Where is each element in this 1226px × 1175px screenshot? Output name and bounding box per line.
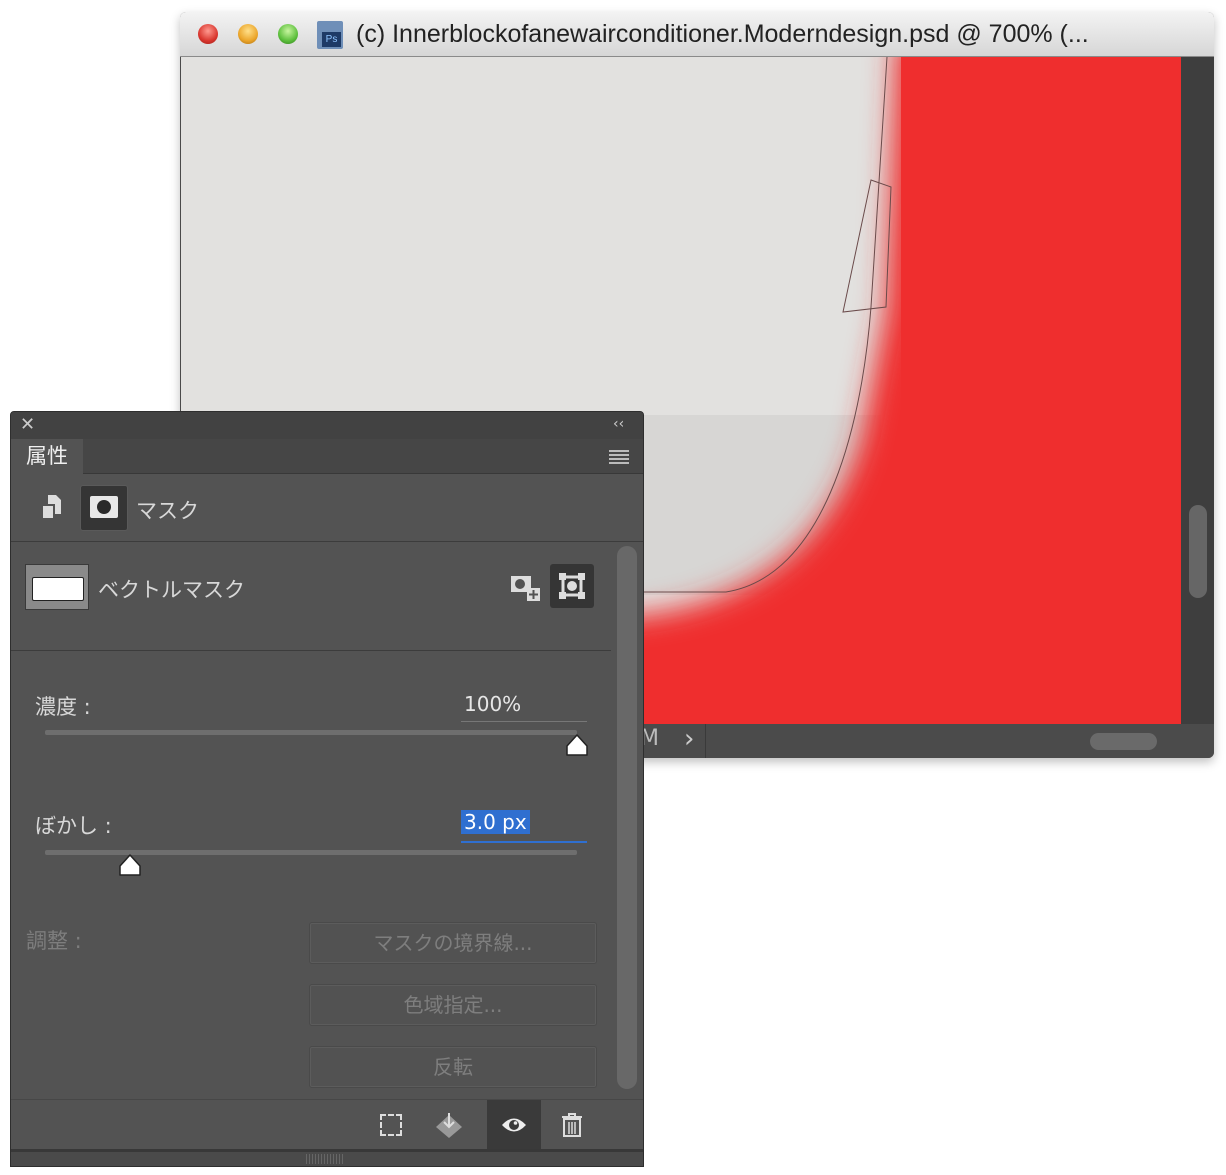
properties-panel: ✕ ‹‹ 属性 マスク ベクトルマスク 濃度 : 100% ぼかし : 3.0 … [10,411,644,1167]
input-underline [461,721,587,722]
divider [11,650,611,651]
density-label: 濃度 : [35,695,91,719]
feather-label: ぼかし : [35,814,112,838]
hamburger-menu-icon[interactable] [609,450,629,464]
feather-value-input[interactable]: 3.0 px [461,810,530,834]
mask-edge-button[interactable]: マスクの境界線... [309,922,597,964]
panel-scrollbar[interactable] [617,546,637,1089]
vector-mask-mode-button[interactable] [80,485,128,531]
vertical-scroll-thumb[interactable] [1189,505,1207,598]
vector-mask-select-icon [559,573,585,599]
mask-type-label: ベクトルマスク [98,578,245,602]
add-mask-icon[interactable] [510,574,542,602]
collapse-panel-button[interactable]: ‹‹ [613,416,624,432]
feather-slider-thumb[interactable] [118,854,142,878]
input-focus-underline [461,841,587,843]
mask-thumbnail[interactable] [25,564,89,610]
mode-row: マスク [11,473,643,541]
density-slider-thumb[interactable] [565,734,589,758]
apply-mask-icon[interactable] [424,1100,474,1150]
close-icon[interactable]: ✕ [20,414,35,435]
density-slider-track[interactable] [45,730,577,735]
tab-properties[interactable]: 属性 [11,439,83,474]
tab-bar: 属性 [11,439,643,474]
visibility-eye-icon[interactable] [487,1100,541,1150]
status-arrow-button[interactable]: › [684,724,694,754]
selection-from-mask-icon[interactable] [366,1100,416,1150]
photoshop-file-icon: Ps [317,21,343,49]
horizontal-scroll-thumb[interactable] [1090,733,1157,750]
panel-footer [11,1099,643,1150]
panel-header: ✕ ‹‹ [11,412,643,439]
invert-button[interactable]: 反転 [309,1046,597,1088]
trash-icon[interactable] [547,1100,597,1150]
divider [705,724,706,758]
adjust-label: 調整 : [26,929,82,953]
window-title: (c) Innerblockofanewairconditioner.Moder… [356,20,1089,48]
divider [11,541,643,542]
panel-resize-grip[interactable] [11,1149,643,1166]
color-range-button[interactable]: 色域指定... [309,984,597,1026]
mode-label: マスク [136,499,199,523]
zoom-window-button[interactable] [278,24,298,44]
title-bar: Ps (c) Innerblockofanewairconditioner.Mo… [180,12,1214,57]
vertical-scrollbar[interactable] [1181,57,1214,724]
density-value-input[interactable]: 100% [464,692,521,716]
minimize-window-button[interactable] [238,24,258,44]
close-window-button[interactable] [198,24,218,44]
select-mask-button[interactable] [550,564,594,608]
pixel-mask-icon[interactable] [42,494,64,520]
